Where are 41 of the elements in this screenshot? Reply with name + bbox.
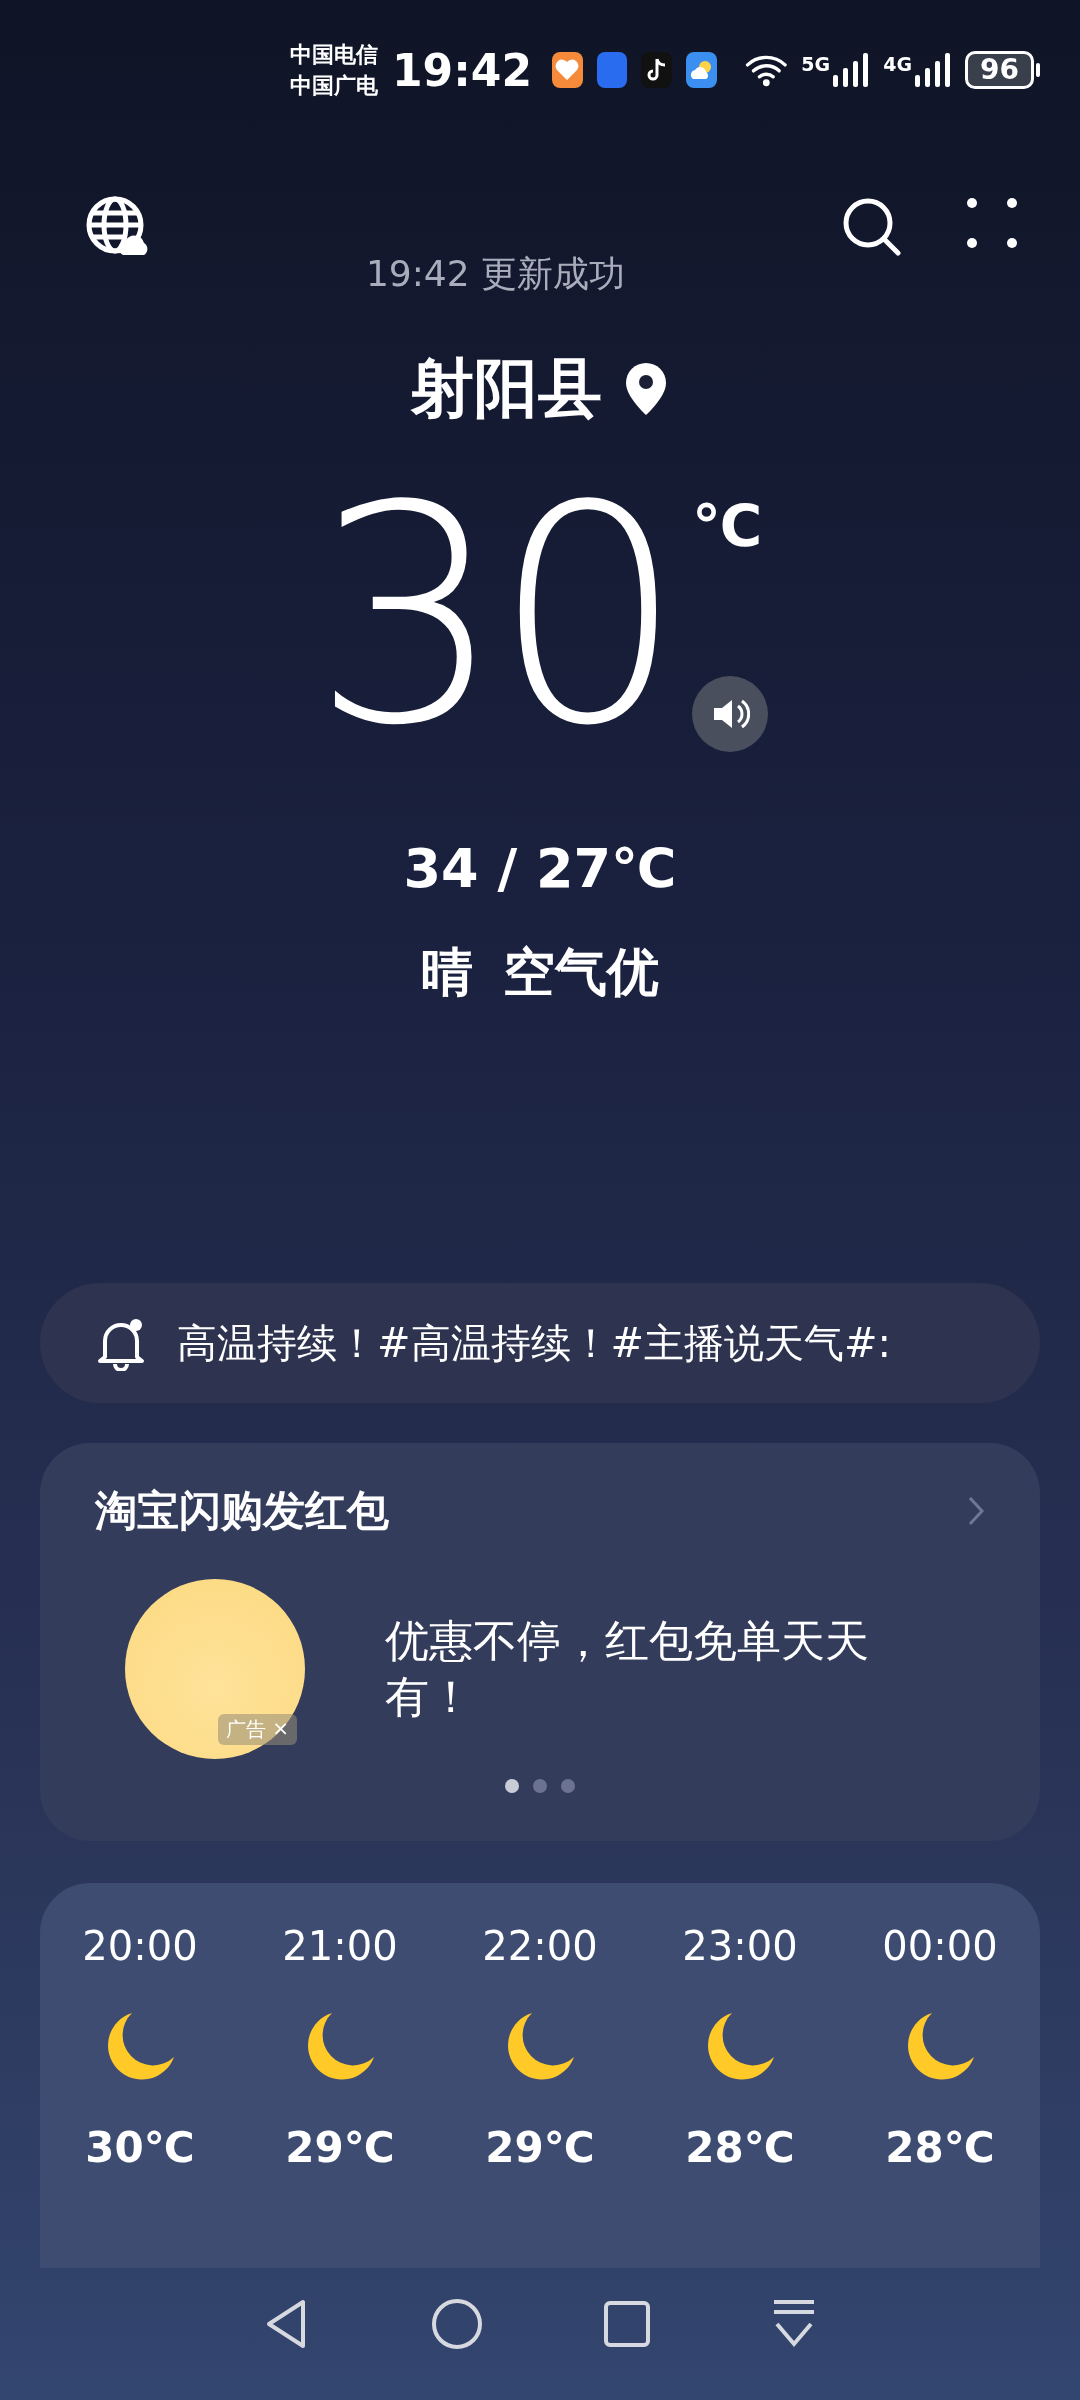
network-type: 5G (801, 53, 831, 75)
hour-time: 21:00 (282, 1923, 398, 1969)
temperature-unit: ℃ (691, 492, 764, 560)
chevron-right-icon[interactable] (967, 1495, 985, 1527)
page-dot[interactable] (561, 1779, 575, 1793)
hour-temperature: 29℃ (285, 2123, 395, 2172)
menu-button[interactable] (771, 2298, 817, 2350)
status-time: 19:42 (392, 44, 533, 96)
music-note-icon (641, 52, 673, 88)
ad-title: 淘宝闪购发红包 (95, 1485, 389, 1537)
hour-temperature: 29℃ (485, 2123, 595, 2172)
weather-app-icon (686, 52, 717, 88)
ad-label: 广告 (226, 1716, 267, 1743)
weather-condition: 晴 (421, 941, 473, 1004)
update-status: 19:42 更新成功 (365, 252, 626, 296)
carrier-name: 中国电信 (290, 41, 378, 69)
hour-temperature: 28℃ (685, 2123, 795, 2172)
carrier-name: 中国广电 (290, 72, 378, 100)
page-dot[interactable] (533, 1779, 547, 1793)
app-icon (596, 52, 628, 88)
page-dot[interactable] (505, 1779, 519, 1793)
recents-button[interactable] (603, 2300, 651, 2348)
notice-text: 高温持续！#高温持续！#主播说天气#: (177, 1318, 892, 1368)
temperature-range: 34 / 27℃ (402, 837, 678, 900)
signal-icon (833, 53, 870, 87)
heart-app-icon (552, 52, 583, 88)
signal-icon (915, 53, 951, 87)
network-type: 4G (883, 53, 912, 75)
hour-temperature: 30℃ (85, 2123, 195, 2172)
hour-temperature: 28℃ (885, 2123, 995, 2172)
hour-time: 23:00 (682, 1923, 798, 1969)
hour-time: 22:00 (482, 1923, 598, 1969)
hour-time: 00:00 (882, 1923, 998, 1969)
hour-time: 20:00 (82, 1923, 198, 1969)
city-name: 射阳县 (410, 350, 602, 427)
current-temperature: 30 (312, 482, 674, 752)
ad-text: 优惠不停，红包免单天天有！ (385, 1614, 870, 1724)
notice-banner[interactable]: 高温持续！#高温持续！#主播说天气#: (40, 1283, 1040, 1403)
home-button[interactable] (431, 2298, 483, 2350)
air-quality: 空气优 (503, 941, 659, 1004)
more-icon[interactable] (964, 195, 1020, 251)
